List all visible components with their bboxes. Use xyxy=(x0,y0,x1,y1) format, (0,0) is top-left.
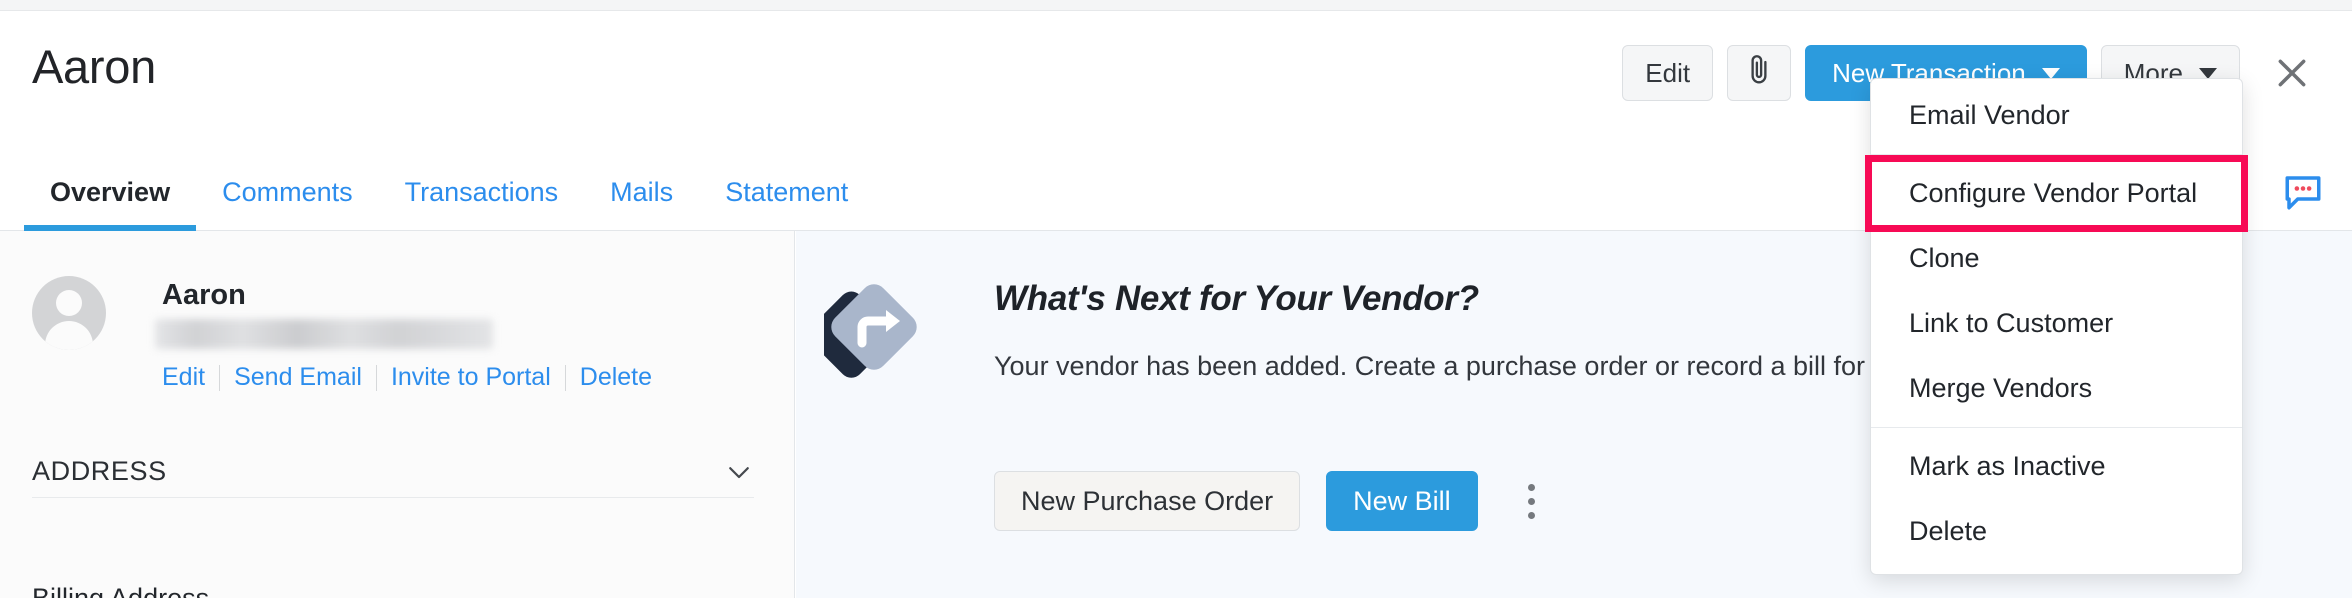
more-dropdown-menu: Email Vendor Configure Vendor Portal Clo… xyxy=(1865,78,2248,575)
tab-transactions[interactable]: Transactions xyxy=(379,155,585,231)
link-send-email[interactable]: Send Email xyxy=(220,363,376,392)
whats-next-actions: New Purchase Order New Bill xyxy=(994,471,1552,531)
chevron-down-icon xyxy=(2041,67,2060,79)
address-section-title: ADDRESS xyxy=(32,456,167,486)
signpost-turn-right-icon xyxy=(808,279,934,379)
tab-list: Overview Comments Transactions Mails Sta… xyxy=(24,155,874,231)
link-edit[interactable]: Edit xyxy=(162,363,219,392)
new-bill-button[interactable]: New Bill xyxy=(1326,471,1478,531)
menu-item-mark-as-inactive[interactable]: Mark as Inactive xyxy=(1871,434,2242,499)
link-invite-to-portal[interactable]: Invite to Portal xyxy=(377,363,565,392)
menu-separator xyxy=(1871,427,2242,428)
chevron-down-icon xyxy=(724,457,754,487)
edit-button[interactable]: Edit xyxy=(1622,45,1714,101)
tab-statement[interactable]: Statement xyxy=(699,155,874,231)
vendor-detail-page: Aaron Edit New Transaction More Overview… xyxy=(0,0,2352,598)
billing-address-label: Billing Address xyxy=(32,583,210,598)
window-top-strip xyxy=(0,0,2352,11)
vendor-sidebar: Aaron Edit Send Email Invite to Portal D… xyxy=(0,231,795,598)
tab-comments[interactable]: Comments xyxy=(196,155,379,231)
menu-item-delete[interactable]: Delete xyxy=(1871,499,2242,564)
close-button[interactable] xyxy=(2264,45,2320,101)
menu-item-email-vendor[interactable]: Email Vendor xyxy=(1871,83,2242,148)
link-delete[interactable]: Delete xyxy=(566,363,666,392)
address-section-header[interactable]: ADDRESS xyxy=(32,446,754,498)
menu-item-clone[interactable]: Clone xyxy=(1871,226,2242,291)
whats-next-title: What's Next for Your Vendor? xyxy=(994,279,1479,318)
close-icon xyxy=(2278,59,2306,87)
tab-mails[interactable]: Mails xyxy=(584,155,699,231)
kebab-menu-icon[interactable] xyxy=(1512,471,1552,531)
tab-overview[interactable]: Overview xyxy=(24,155,197,231)
menu-item-merge-vendors[interactable]: Merge Vendors xyxy=(1871,356,2242,421)
masked-email xyxy=(155,319,493,349)
contact-action-links: Edit Send Email Invite to Portal Delete xyxy=(162,363,666,392)
paperclip-icon xyxy=(1746,52,1772,94)
chevron-down-icon xyxy=(2199,67,2217,79)
avatar xyxy=(32,276,106,350)
page-title: Aaron xyxy=(32,40,156,93)
comment-bubble-icon xyxy=(2285,176,2321,210)
menu-item-link-to-customer[interactable]: Link to Customer xyxy=(1871,291,2242,356)
contact-name: Aaron xyxy=(162,279,246,311)
attachment-button[interactable] xyxy=(1727,45,1792,101)
comment-bubble-button[interactable] xyxy=(2280,169,2326,215)
menu-item-configure-vendor-portal[interactable]: Configure Vendor Portal xyxy=(1865,155,2248,232)
new-purchase-order-button[interactable]: New Purchase Order xyxy=(994,471,1301,531)
menu-separator xyxy=(1871,154,2242,155)
